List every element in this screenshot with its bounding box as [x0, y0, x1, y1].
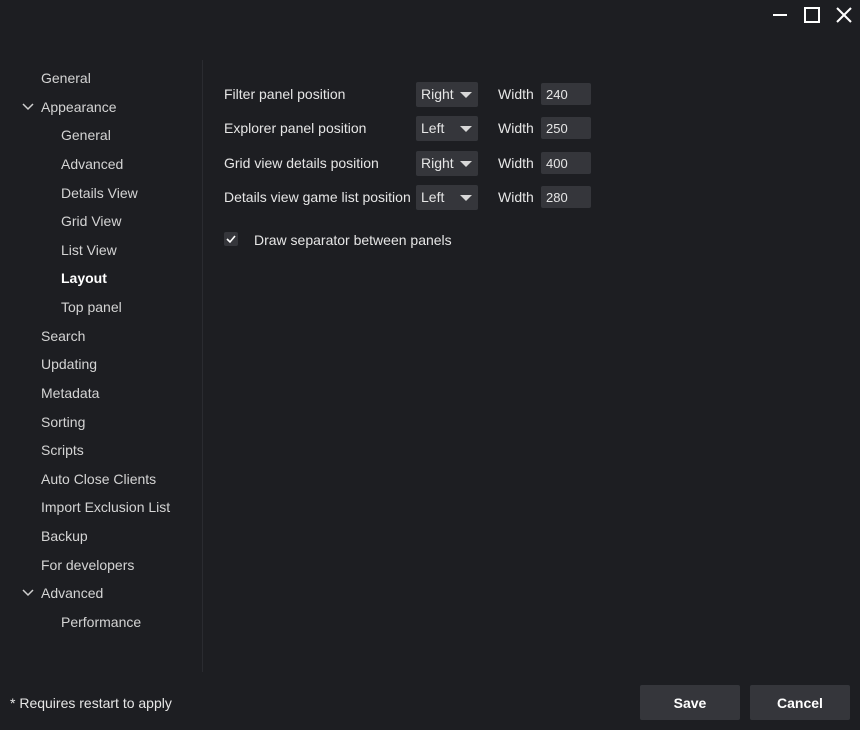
dropdown-arrow-icon	[460, 195, 472, 201]
minimize-icon	[773, 14, 787, 16]
nav-item-grid-view[interactable]: Grid View	[61, 210, 121, 232]
appearance-expander[interactable]	[21, 96, 35, 118]
nav-item-backup[interactable]: Backup	[41, 525, 88, 547]
width-label: Width	[498, 86, 534, 102]
filter-panel-position-dropdown[interactable]: Right	[416, 82, 478, 107]
explorer-panel-row: Explorer panel position Left Width	[224, 116, 604, 141]
dropdown-arrow-icon	[460, 161, 472, 167]
draw-separator-label: Draw separator between panels	[254, 232, 452, 248]
explorer-panel-position-dropdown[interactable]: Left	[416, 116, 478, 141]
nav-item-search[interactable]: Search	[41, 325, 85, 347]
grid-view-details-width-input[interactable]	[541, 152, 591, 174]
dropdown-arrow-icon	[460, 126, 472, 132]
nav-item-layout[interactable]: Layout	[61, 267, 107, 289]
explorer-panel-width-input[interactable]	[541, 117, 591, 139]
nav-item-performance[interactable]: Performance	[61, 611, 141, 633]
nav-item-general[interactable]: General	[41, 67, 91, 89]
nav-item-sorting[interactable]: Sorting	[41, 411, 85, 433]
grid-view-details-position-label: Grid view details position	[224, 155, 379, 171]
details-view-game-list-position-label: Details view game list position	[224, 189, 411, 205]
nav-item-scripts[interactable]: Scripts	[41, 439, 84, 461]
advanced-expander[interactable]	[21, 582, 35, 604]
nav-item-appearance-advanced[interactable]: Advanced	[61, 153, 123, 175]
chevron-down-icon	[22, 589, 34, 597]
close-icon	[836, 7, 852, 23]
filter-panel-row: Filter panel position Right Width	[224, 82, 604, 107]
nav-item-auto-close-clients[interactable]: Auto Close Clients	[41, 468, 156, 490]
dropdown-value: Right	[421, 86, 454, 102]
chevron-down-icon	[22, 103, 34, 111]
minimize-button[interactable]	[764, 0, 796, 30]
filter-panel-width-input[interactable]	[541, 83, 591, 105]
settings-nav-tree: General Appearance General Advanced Deta…	[0, 60, 203, 672]
restart-note: * Requires restart to apply	[10, 695, 172, 711]
width-label: Width	[498, 155, 534, 171]
draw-separator-checkbox[interactable]	[224, 232, 238, 246]
nav-item-top-panel[interactable]: Top panel	[61, 296, 122, 318]
dropdown-value: Right	[421, 155, 454, 171]
width-label: Width	[498, 189, 534, 205]
nav-item-appearance[interactable]: Appearance	[41, 96, 117, 118]
grid-view-details-position-dropdown[interactable]: Right	[416, 151, 478, 176]
checkmark-icon	[226, 235, 236, 244]
nav-item-list-view[interactable]: List View	[61, 239, 117, 261]
details-view-game-list-width-input[interactable]	[541, 186, 591, 208]
explorer-panel-position-label: Explorer panel position	[224, 120, 367, 136]
grid-view-details-row: Grid view details position Right Width	[224, 151, 604, 176]
dropdown-value: Left	[421, 189, 445, 205]
dropdown-arrow-icon	[460, 92, 472, 98]
nav-item-updating[interactable]: Updating	[41, 353, 97, 375]
close-button[interactable]	[828, 0, 860, 30]
nav-item-details-view[interactable]: Details View	[61, 182, 138, 204]
nav-item-for-developers[interactable]: For developers	[41, 554, 134, 576]
details-view-game-list-row: Details view game list position Left Wid…	[224, 185, 604, 210]
maximize-icon	[804, 7, 820, 23]
save-button[interactable]: Save	[640, 685, 740, 720]
maximize-button[interactable]	[796, 0, 828, 30]
details-view-game-list-position-dropdown[interactable]: Left	[416, 185, 478, 210]
window-controls	[764, 0, 860, 30]
nav-item-metadata[interactable]: Metadata	[41, 382, 99, 404]
nav-item-advanced[interactable]: Advanced	[41, 582, 103, 604]
filter-panel-position-label: Filter panel position	[224, 86, 346, 102]
dropdown-value: Left	[421, 120, 445, 136]
nav-item-appearance-general[interactable]: General	[61, 124, 111, 146]
cancel-button[interactable]: Cancel	[750, 685, 850, 720]
width-label: Width	[498, 120, 534, 136]
nav-item-import-exclusion-list[interactable]: Import Exclusion List	[41, 496, 170, 518]
